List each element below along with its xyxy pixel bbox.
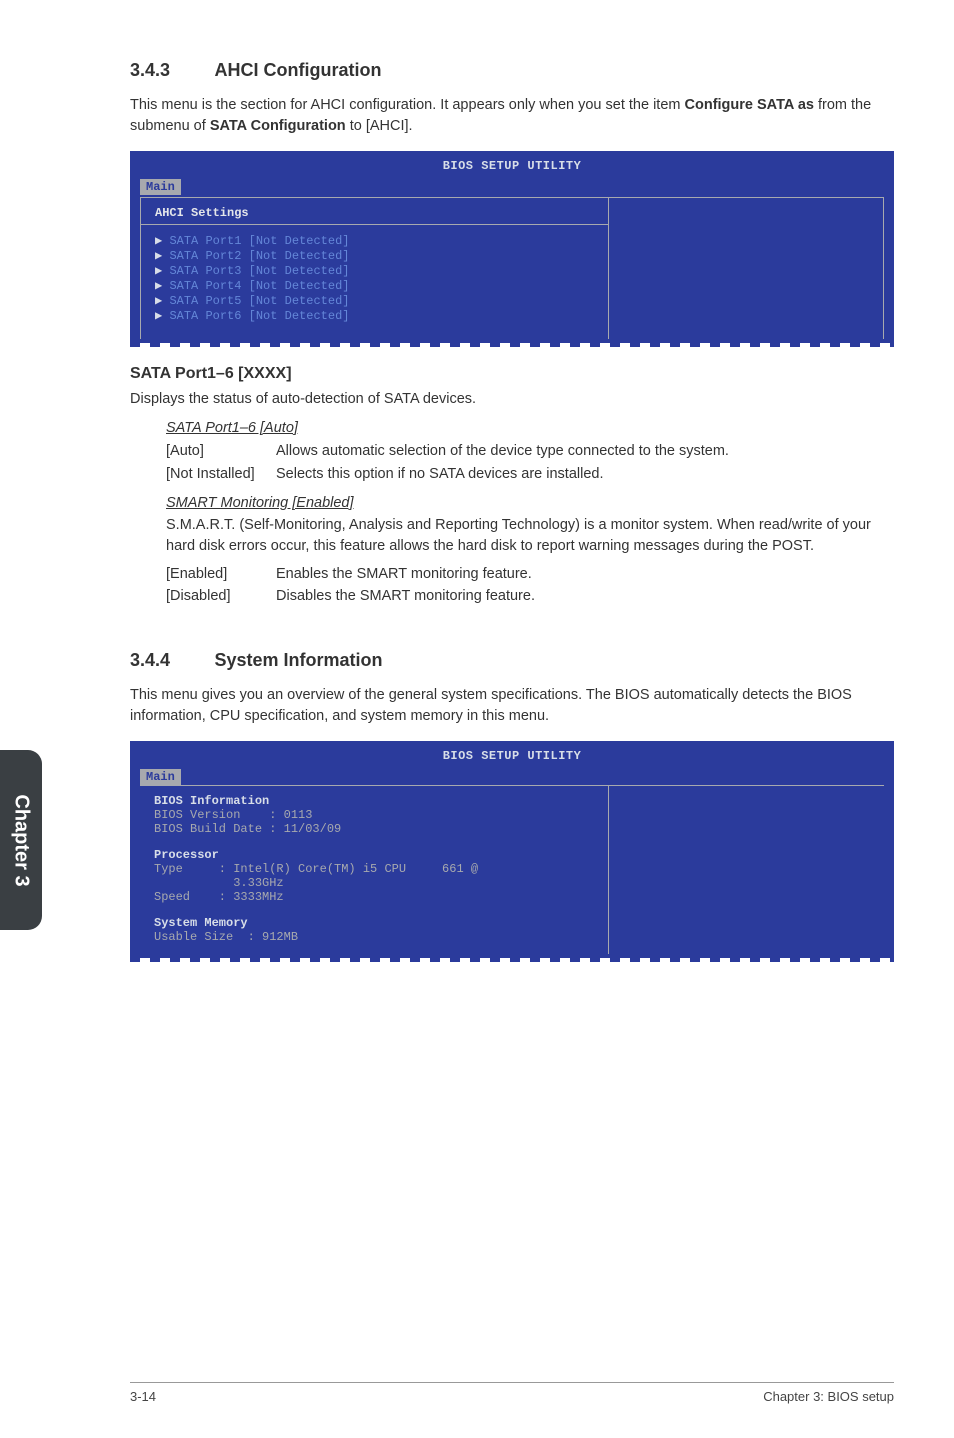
footer-page-num: 3-14: [130, 1389, 156, 1404]
bios-tab-main: Main: [140, 179, 181, 195]
intro-part-e: to [AHCI].: [346, 118, 413, 134]
def-val: Selects this option if no SATA devices a…: [276, 463, 894, 485]
sata-sub1: SATA Port1–6 [Auto]: [166, 420, 894, 436]
bios-label: BIOS Information: [154, 794, 598, 808]
bios-label: Processor: [154, 848, 598, 862]
def-key: [Auto]: [166, 440, 276, 462]
bios-torn-edge: [130, 343, 894, 347]
bios-value: 3.33GHz: [154, 876, 598, 890]
arrow-icon: ▶: [155, 309, 169, 323]
bios-title: BIOS SETUP UTILITY: [140, 159, 884, 173]
bios-torn-edge: [130, 958, 894, 962]
heading-344: 3.4.4 System Information: [130, 650, 894, 671]
bios-value: Usable Size : 912MB: [154, 930, 598, 944]
heading-number: 3.4.4: [130, 650, 170, 670]
bios-value: Speed : 3333MHz: [154, 890, 598, 904]
arrow-icon: ▶: [155, 234, 169, 248]
def-val: Enables the SMART monitoring feature.: [276, 563, 894, 585]
chapter-side-label: Chapter 3: [10, 794, 33, 886]
arrow-icon: ▶: [155, 264, 169, 278]
bios-right-pane: [609, 197, 884, 339]
intro-343: This menu is the section for AHCI config…: [130, 95, 894, 137]
sata-port-desc: Displays the status of auto-detection of…: [130, 389, 894, 410]
arrow-icon: ▶: [155, 279, 169, 293]
bios-item: SATA Port4 [Not Detected]: [169, 279, 349, 293]
bios-label: System Memory: [154, 916, 598, 930]
bios-panel-sysinfo: BIOS SETUP UTILITY Main BIOS Information…: [130, 741, 894, 958]
bios-value: BIOS Build Date : 11/03/09: [154, 822, 598, 836]
footer-chapter: Chapter 3: BIOS setup: [763, 1389, 894, 1404]
def-row: [Not Installed] Selects this option if n…: [166, 463, 894, 485]
bios-item: SATA Port6 [Not Detected]: [169, 309, 349, 323]
def-val: Allows automatic selection of the device…: [276, 440, 894, 462]
bios-left-pane: BIOS Information BIOS Version : 0113 BIO…: [140, 786, 609, 954]
bios-left-pane: AHCI Settings ▶ SATA Port1 [Not Detected…: [140, 197, 609, 339]
bios-title: BIOS SETUP UTILITY: [140, 749, 884, 763]
arrow-icon: ▶: [155, 249, 169, 263]
heading-title: System Information: [215, 650, 383, 670]
heading-343: 3.4.3 AHCI Configuration: [130, 60, 894, 81]
bios-item: SATA Port2 [Not Detected]: [169, 249, 349, 263]
bios-panel-ahci: BIOS SETUP UTILITY Main AHCI Settings ▶ …: [130, 151, 894, 343]
def-key: [Not Installed]: [166, 463, 276, 485]
heading-number: 3.4.3: [130, 60, 170, 80]
bios-section-heading: AHCI Settings: [141, 206, 608, 225]
intro-part-b: Configure SATA as: [685, 97, 814, 113]
def-row: [Enabled] Enables the SMART monitoring f…: [166, 563, 894, 585]
sata-sub2: SMART Monitoring [Enabled]: [166, 495, 894, 511]
sata-port-heading: SATA Port1–6 [XXXX]: [130, 365, 894, 383]
bios-item: SATA Port3 [Not Detected]: [169, 264, 349, 278]
bios-value: Type : Intel(R) Core(TM) i5 CPU 661 @: [154, 862, 598, 876]
arrow-icon: ▶: [155, 294, 169, 308]
def-key: [Enabled]: [166, 563, 276, 585]
bios-value: BIOS Version : 0113: [154, 808, 598, 822]
bios-item: SATA Port5 [Not Detected]: [169, 294, 349, 308]
intro-part-d: SATA Configuration: [210, 118, 346, 134]
intro-part-a: This menu is the section for AHCI config…: [130, 97, 685, 113]
bios-tab-main: Main: [140, 769, 181, 785]
bios-right-pane: [609, 786, 884, 954]
intro-344: This menu gives you an overview of the g…: [130, 685, 894, 727]
def-row: [Disabled] Disables the SMART monitoring…: [166, 585, 894, 607]
heading-title: AHCI Configuration: [215, 60, 382, 80]
smart-desc: S.M.A.R.T. (Self-Monitoring, Analysis an…: [166, 515, 894, 557]
def-row: [Auto] Allows automatic selection of the…: [166, 440, 894, 462]
bios-item: SATA Port1 [Not Detected]: [169, 234, 349, 248]
def-key: [Disabled]: [166, 585, 276, 607]
page-footer: 3-14 Chapter 3: BIOS setup: [130, 1382, 894, 1404]
def-val: Disables the SMART monitoring feature.: [276, 585, 894, 607]
chapter-side-tab: Chapter 3: [0, 750, 42, 930]
